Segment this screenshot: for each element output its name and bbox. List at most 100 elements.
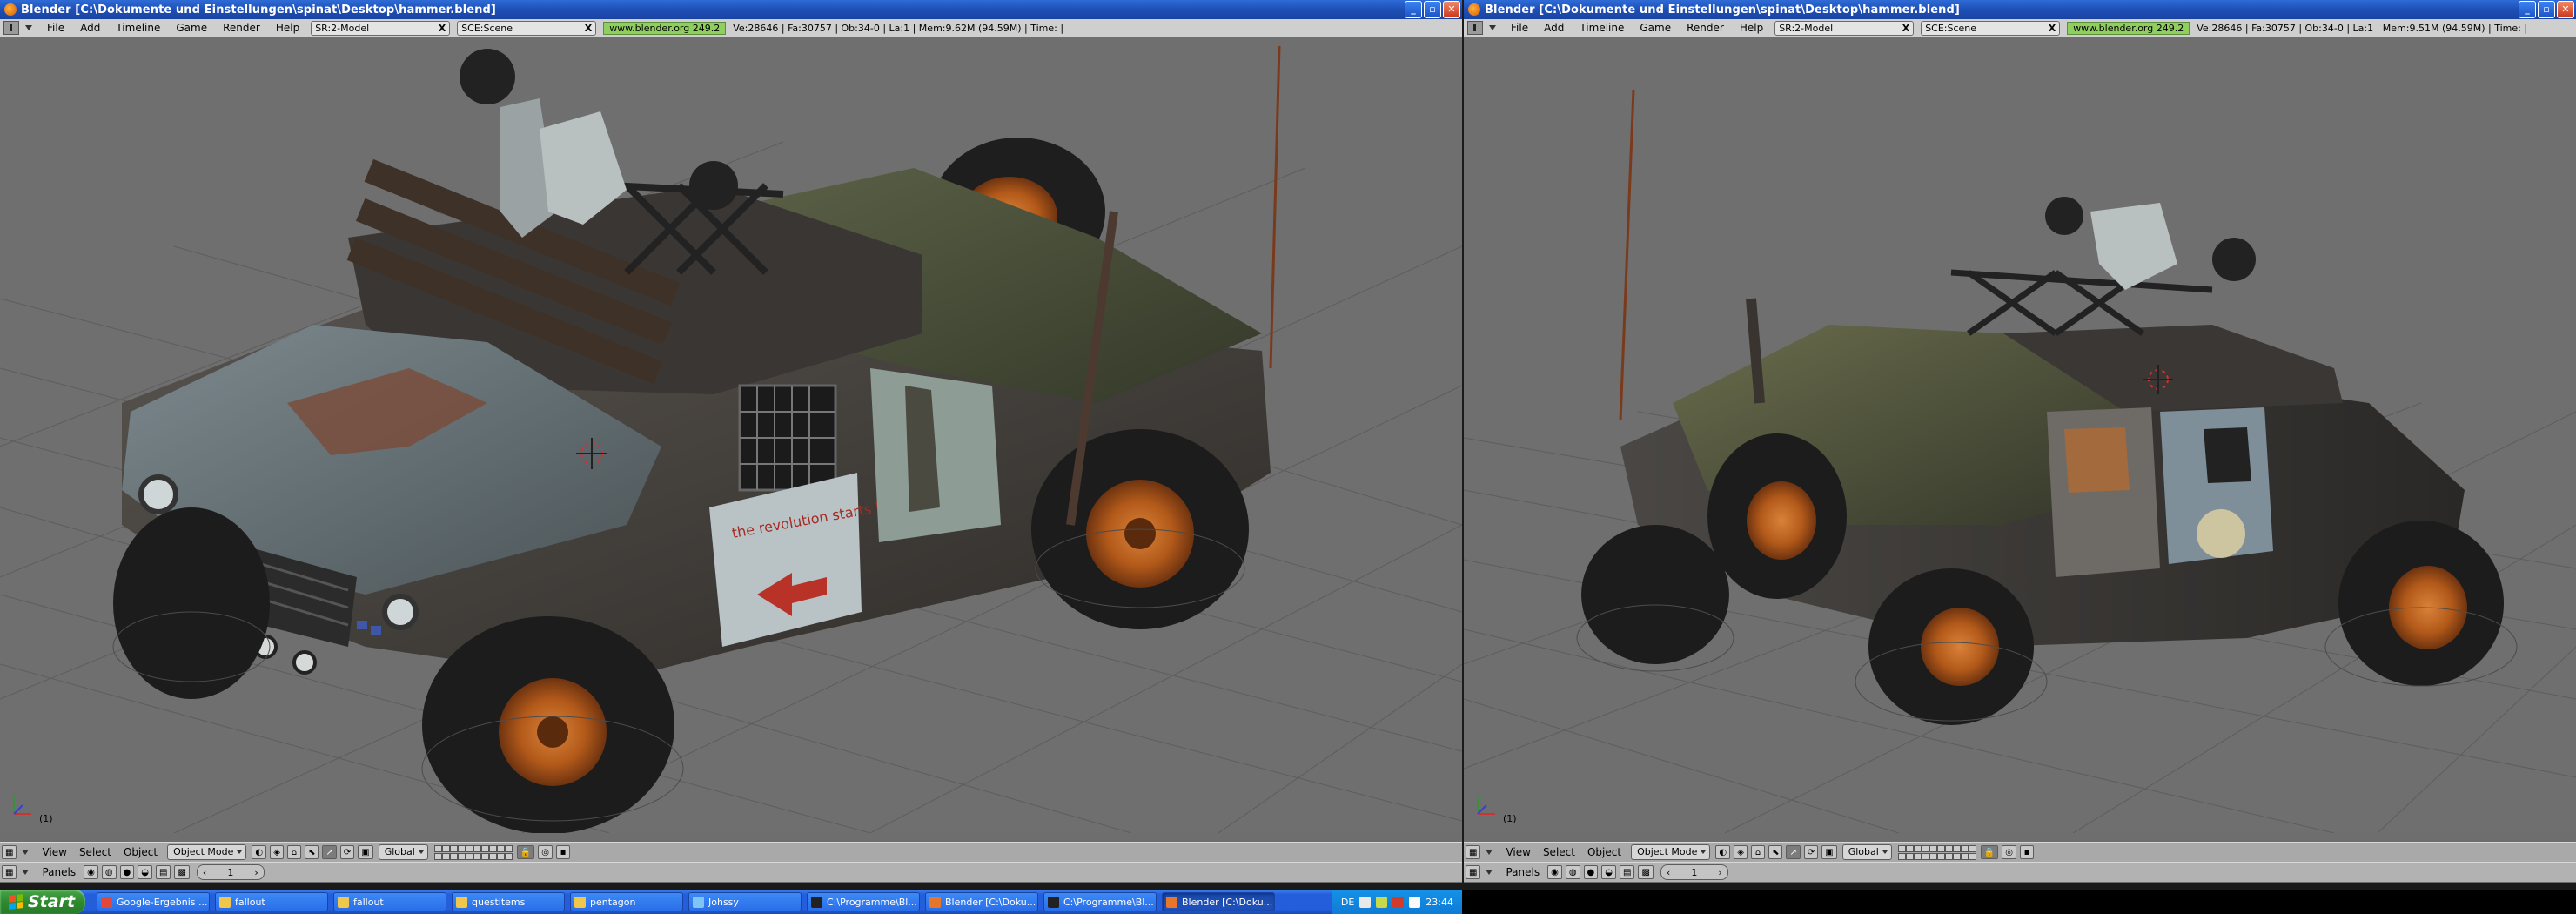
taskbar-item[interactable]: Google-Ergebnis ...: [97, 892, 210, 911]
delete-screen-icon[interactable]: X: [433, 23, 446, 34]
screen-selector[interactable]: SR:2-Model X: [1774, 20, 1915, 36]
minimize-button[interactable]: _: [2519, 1, 2536, 18]
editor-type-icon[interactable]: ▦: [1466, 865, 1481, 879]
screen-name[interactable]: SR:2-Model: [1779, 23, 1833, 34]
render-preview-icon[interactable]: ◎: [538, 845, 553, 859]
layer-buttons[interactable]: [1897, 844, 1976, 860]
draw-type-icon[interactable]: ◐: [252, 845, 267, 859]
object-context-icon[interactable]: ◒: [138, 865, 153, 879]
menu-add[interactable]: Add: [72, 22, 108, 34]
delete-screen-icon[interactable]: X: [1897, 23, 1909, 34]
taskbar-item[interactable]: C:\Programme\Bl...: [807, 892, 920, 911]
menu-object[interactable]: Object: [1581, 846, 1627, 858]
manipulator-toggle-icon[interactable]: ⬉: [305, 845, 319, 859]
menu-game[interactable]: Game: [168, 22, 215, 34]
object-context-icon[interactable]: ◒: [1601, 865, 1617, 879]
frame-value[interactable]: 1: [1691, 867, 1697, 878]
taskbar-item[interactable]: Blender [C:\Doku...: [925, 892, 1038, 911]
manipulator-toggle-icon[interactable]: ⬉: [1768, 845, 1783, 859]
lock-layers-icon[interactable]: 🔒: [516, 845, 535, 859]
scene-selector[interactable]: SCE:Scene X: [1921, 20, 2061, 36]
taskbar-item[interactable]: Johssy: [688, 892, 802, 911]
titlebar[interactable]: Blender [C:\Dokumente und Einstellungen\…: [0, 0, 1462, 19]
blender-version-link[interactable]: www.blender.org 249.2: [2067, 21, 2190, 35]
editor-type-icon[interactable]: ▦: [2, 865, 17, 879]
panels-menu[interactable]: Panels: [36, 866, 82, 878]
screen-name[interactable]: SR:2-Model: [315, 23, 369, 34]
ogl-render-icon[interactable]: ▪: [556, 845, 570, 859]
rotate-icon[interactable]: ⟳: [1803, 845, 1819, 859]
ogl-render-icon[interactable]: ▪: [2020, 845, 2034, 859]
menu-file[interactable]: File: [1503, 22, 1536, 34]
pivot-icon[interactable]: ◈: [270, 845, 285, 859]
menu-help[interactable]: Help: [268, 22, 307, 34]
scene-selector[interactable]: SCE:Scene X: [457, 20, 597, 36]
scene-context-icon[interactable]: ▩: [1638, 865, 1654, 879]
editing-context-icon[interactable]: ▤: [1620, 865, 1635, 879]
draw-type-icon[interactable]: ◐: [1715, 845, 1731, 859]
antivirus-icon[interactable]: [1392, 896, 1405, 908]
menu-view[interactable]: View: [36, 846, 72, 858]
shading-context-icon[interactable]: ●: [1583, 865, 1599, 879]
snap-icon[interactable]: ⌂: [1751, 845, 1766, 859]
mode-selector[interactable]: Object Mode: [1631, 844, 1711, 860]
increment-arrow-icon[interactable]: ›: [254, 867, 258, 878]
header-collapse-icon[interactable]: [1489, 25, 1496, 30]
editing-context-icon[interactable]: ▤: [156, 865, 171, 879]
translate-icon[interactable]: ↗: [1786, 845, 1801, 859]
menu-render[interactable]: Render: [215, 22, 268, 34]
start-label[interactable]: Start: [28, 892, 75, 911]
menu-timeline[interactable]: Timeline: [108, 22, 168, 34]
viewport-canvas[interactable]: [1464, 37, 2576, 833]
script-context-icon[interactable]: ◍: [101, 865, 117, 879]
clock[interactable]: 23:44: [1426, 897, 1453, 908]
humvee-model-front-view[interactable]: the revolution starts here: [112, 45, 1281, 833]
taskbar-item[interactable]: questitems: [452, 892, 565, 911]
mode-selector[interactable]: Object Mode: [167, 844, 247, 860]
script-context-icon[interactable]: ◍: [1565, 865, 1580, 879]
menu-render[interactable]: Render: [1679, 22, 1732, 34]
shading-context-icon[interactable]: ●: [119, 865, 135, 879]
window-type-icon[interactable]: [3, 21, 19, 35]
snap-icon[interactable]: ⌂: [287, 845, 302, 859]
screen-selector[interactable]: SR:2-Model X: [311, 20, 451, 36]
scene-name[interactable]: SCE:Scene: [461, 23, 513, 34]
menu-file[interactable]: File: [39, 22, 72, 34]
taskbar-item[interactable]: Blender [C:\Doku...: [1162, 892, 1275, 911]
taskbar-item[interactable]: pentagon: [570, 892, 683, 911]
close-button[interactable]: ✕: [2557, 1, 2574, 18]
editor-type-icon[interactable]: ▦: [1466, 845, 1481, 859]
maximize-button[interactable]: ▫: [1424, 1, 1441, 18]
layer-buttons[interactable]: [433, 844, 513, 860]
window-type-icon[interactable]: [1467, 21, 1483, 35]
minimize-button[interactable]: _: [1405, 1, 1422, 18]
orientation-selector[interactable]: Global: [1841, 844, 1892, 860]
menu-timeline[interactable]: Timeline: [1572, 22, 1632, 34]
volume-icon[interactable]: [1409, 896, 1421, 908]
pivot-icon[interactable]: ◈: [1734, 845, 1748, 859]
humvee-model-rear-view[interactable]: [1576, 89, 2518, 725]
menu-add[interactable]: Add: [1536, 22, 1572, 34]
3d-viewport[interactable]: (1): [1464, 37, 2576, 833]
menu-help[interactable]: Help: [1732, 22, 1771, 34]
scale-icon[interactable]: ▣: [1821, 845, 1837, 859]
header-collapse-icon[interactable]: [22, 870, 30, 875]
frame-counter[interactable]: ‹ 1 ›: [196, 864, 265, 880]
start-button[interactable]: Start: [0, 890, 85, 914]
menu-select[interactable]: Select: [73, 846, 117, 858]
taskbar-item[interactable]: fallout: [215, 892, 328, 911]
increment-arrow-icon[interactable]: ›: [1718, 867, 1721, 878]
header-collapse-icon[interactable]: [25, 25, 32, 30]
rotate-icon[interactable]: ⟳: [339, 845, 355, 859]
language-indicator[interactable]: DE: [1341, 897, 1354, 908]
frame-counter[interactable]: ‹ 1 ›: [1660, 864, 1728, 880]
menu-game[interactable]: Game: [1632, 22, 1679, 34]
titlebar[interactable]: Blender [C:\Dokumente und Einstellungen\…: [1464, 0, 2576, 19]
frame-value[interactable]: 1: [227, 867, 233, 878]
translate-icon[interactable]: ↗: [322, 845, 337, 859]
render-preview-icon[interactable]: ◎: [2002, 845, 2016, 859]
menu-select[interactable]: Select: [1537, 846, 1581, 858]
maximize-button[interactable]: ▫: [2538, 1, 2555, 18]
scene-context-icon[interactable]: ▩: [174, 865, 190, 879]
3d-viewport[interactable]: the revolution starts here (1): [0, 37, 1462, 833]
